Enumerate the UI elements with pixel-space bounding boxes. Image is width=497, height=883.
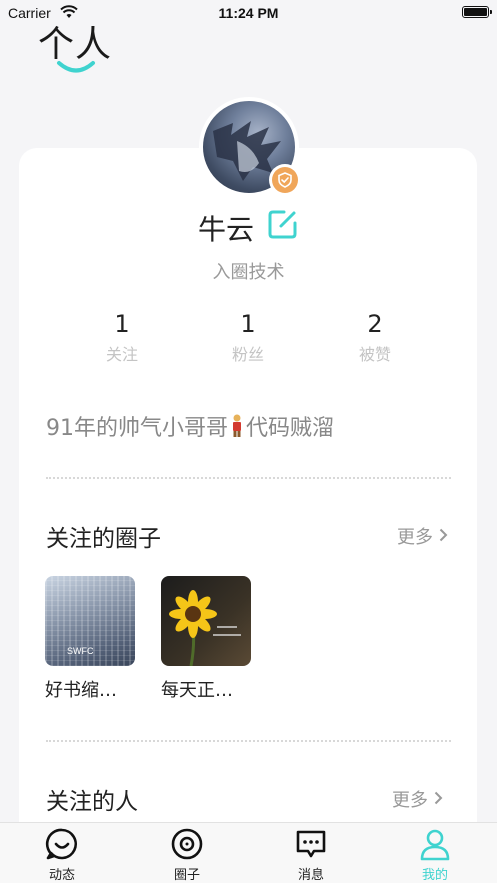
tab-messages[interactable]: 消息 <box>276 827 346 883</box>
avatar-wrap[interactable] <box>199 97 301 197</box>
tab-label: 圈子 <box>173 868 200 883</box>
circles-section-title: 关注的圈子 <box>46 526 161 552</box>
circles-more-link[interactable]: 更多 <box>397 523 448 549</box>
tab-label: 我的 <box>421 868 448 883</box>
tab-label: 动态 <box>48 868 75 883</box>
tab-circles[interactable]: 圈子 <box>152 827 222 883</box>
page-header: 个人 <box>38 24 114 78</box>
thumbnail-sign-text: SWFC <box>67 646 94 656</box>
battery-icon <box>462 6 492 18</box>
tab-profile[interactable]: 我的 <box>400 827 470 883</box>
tab-feed[interactable]: 动态 <box>27 827 97 883</box>
stat-value: 1 <box>114 310 130 338</box>
divider <box>46 477 451 479</box>
stat-value: 2 <box>367 310 383 338</box>
stat-label: 被赞 <box>358 345 391 364</box>
edit-icon[interactable] <box>267 208 299 244</box>
clock: 11:24 PM <box>218 5 279 21</box>
bio: 91年的帅气小哥哥 代码贼溜 <box>46 410 334 444</box>
smile-decoration-icon <box>57 61 95 73</box>
status-bar: Carrier 11:24 PM <box>0 0 497 26</box>
message-icon <box>296 830 326 858</box>
circle-thumbnail[interactable]: SWFC <box>45 576 135 666</box>
target-circle-icon <box>171 828 203 860</box>
divider <box>46 740 451 742</box>
profile-card <box>19 148 477 848</box>
verified-badge <box>269 164 301 196</box>
join-info: 入圈技术 <box>212 262 285 283</box>
bio-text-end: 代码贼溜 <box>246 416 335 441</box>
tab-bar: 动态 圈子 消息 我的 <box>0 822 497 883</box>
stat-value: 1 <box>240 310 256 338</box>
circle-name: 好书缩… <box>45 680 117 701</box>
more-label: 更多 <box>392 790 428 811</box>
user-name: 牛云 <box>197 213 254 246</box>
person-figure-icon <box>230 414 244 444</box>
more-label: 更多 <box>397 527 433 548</box>
name-row: 牛云 <box>0 208 497 248</box>
circle-name: 每天正… <box>161 680 233 701</box>
stat-label: 粉丝 <box>231 345 264 364</box>
stat-likes[interactable]: 2 被赞 <box>325 310 425 365</box>
stat-following[interactable]: 1 关注 <box>72 310 172 365</box>
tab-label: 消息 <box>297 868 324 883</box>
person-icon <box>420 829 450 861</box>
circle-thumbnail[interactable] <box>161 576 251 666</box>
smile-chat-icon <box>45 828 78 860</box>
stat-label: 关注 <box>105 345 138 364</box>
people-section-title: 关注的人 <box>46 789 138 815</box>
chevron-right-icon <box>439 526 448 547</box>
stat-fans[interactable]: 1 粉丝 <box>198 310 298 365</box>
shield-check-icon <box>278 172 292 188</box>
bio-text-start: 91年的帅气小哥哥 <box>46 416 228 441</box>
people-more-link[interactable]: 更多 <box>392 786 443 812</box>
chevron-right-icon <box>434 789 443 810</box>
circle-item[interactable]: 每天正… <box>161 576 253 702</box>
circle-item[interactable]: SWFC 好书缩… <box>45 576 137 702</box>
sunflower-image <box>169 590 241 666</box>
